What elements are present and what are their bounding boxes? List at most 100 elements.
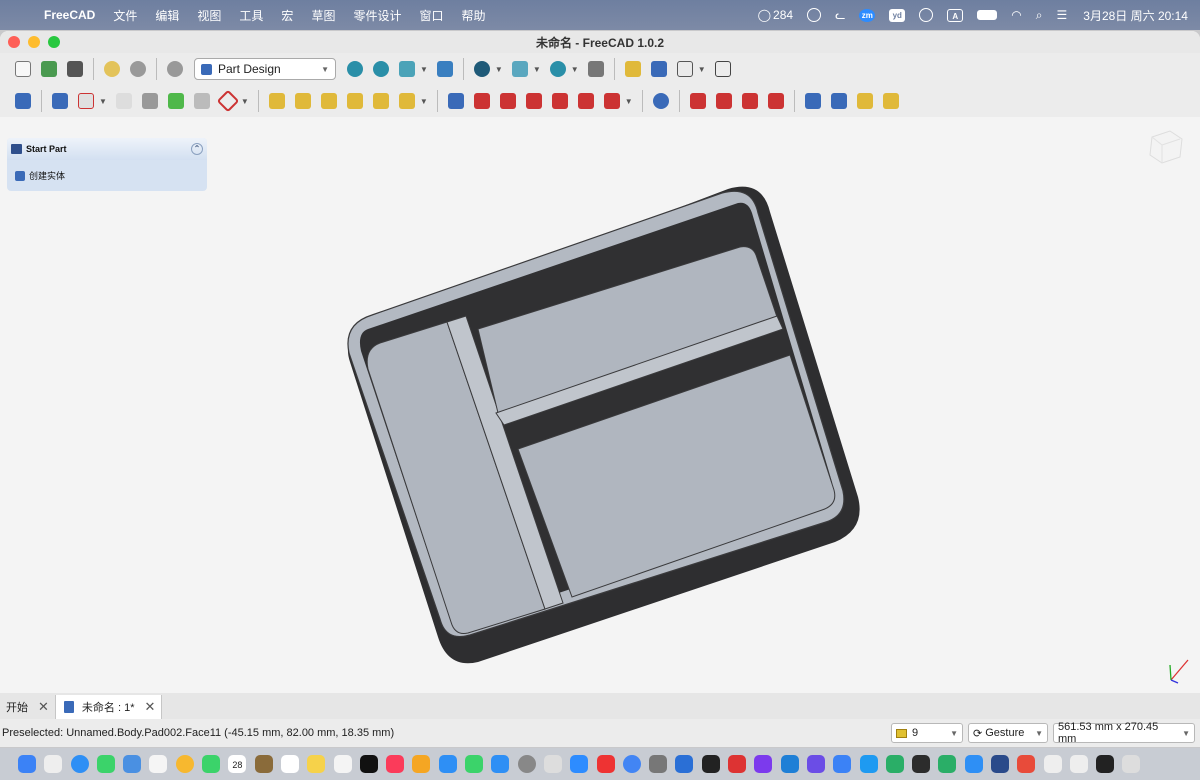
- wechat-icon[interactable]: [938, 755, 957, 773]
- pad-icon[interactable]: [266, 90, 288, 112]
- pocket-icon[interactable]: [445, 90, 467, 112]
- window-thumb-icon[interactable]: [1096, 755, 1115, 773]
- view-isometric-icon[interactable]: [396, 58, 418, 80]
- youdao-icon[interactable]: yd: [889, 8, 906, 22]
- clock-app-icon[interactable]: [675, 755, 694, 773]
- finder-icon[interactable]: [18, 755, 36, 773]
- settings-icon[interactable]: [517, 755, 536, 773]
- facetime-icon[interactable]: [202, 755, 221, 773]
- std-views-icon[interactable]: [509, 58, 531, 80]
- clone-icon[interactable]: [139, 90, 161, 112]
- lark-icon[interactable]: [964, 755, 983, 773]
- 3d-viewport[interactable]: Start Part ⌃ 创建实体: [0, 117, 1200, 693]
- powerpoint-icon[interactable]: [1017, 755, 1036, 773]
- maps-icon[interactable]: [149, 755, 168, 773]
- preview-icon[interactable]: [649, 755, 668, 773]
- clock[interactable]: 3月28日 周六 20:14: [1083, 7, 1188, 24]
- timer-icon[interactable]: [807, 8, 822, 22]
- task-panel-header[interactable]: Start Part ⌃: [7, 138, 207, 160]
- datum-icon[interactable]: [216, 89, 240, 113]
- sub-shape-binder-icon[interactable]: [191, 90, 213, 112]
- qq-icon[interactable]: [833, 755, 852, 773]
- linear-pattern-icon[interactable]: [828, 90, 850, 112]
- navigation-cube-icon[interactable]: [1144, 125, 1188, 169]
- subtractive-helix-icon[interactable]: [575, 90, 597, 112]
- battery-icon[interactable]: [977, 10, 998, 20]
- additive-loft-icon[interactable]: [318, 90, 340, 112]
- office-icon[interactable]: [728, 755, 747, 773]
- cloud-icon[interactable]: [859, 755, 878, 773]
- menu-file[interactable]: 文件: [113, 7, 137, 24]
- chat-status[interactable]: ◯ 284: [758, 8, 793, 22]
- menu-tools[interactable]: 工具: [239, 7, 263, 24]
- messages-icon[interactable]: [96, 755, 115, 773]
- notes-icon[interactable]: [307, 755, 326, 773]
- create-link-icon[interactable]: [674, 58, 696, 80]
- photos-icon[interactable]: [175, 755, 194, 773]
- workbench-selector[interactable]: Part Design ▼: [194, 58, 336, 80]
- cat-app-icon[interactable]: [754, 755, 773, 773]
- groove-icon[interactable]: [497, 90, 519, 112]
- launchpad-icon[interactable]: [44, 755, 63, 773]
- trash-icon[interactable]: [1122, 755, 1141, 773]
- redo-icon[interactable]: [127, 58, 149, 80]
- draw-style-icon[interactable]: [471, 58, 493, 80]
- fillet-icon[interactable]: [687, 90, 709, 112]
- fit-all-icon[interactable]: [344, 58, 366, 80]
- thickness-icon[interactable]: [765, 90, 787, 112]
- navigation-style-selector[interactable]: ⟳ Gesture ▼: [968, 723, 1048, 743]
- pages-icon[interactable]: [412, 755, 431, 773]
- numbers-icon[interactable]: [465, 755, 484, 773]
- menu-view[interactable]: 视图: [197, 7, 221, 24]
- measure-icon[interactable]: [434, 58, 456, 80]
- reminders-icon[interactable]: [280, 755, 299, 773]
- dimension-selector[interactable]: 561.53 mm x 270.45 mm ▼: [1053, 721, 1195, 745]
- tray-model[interactable]: [0, 117, 1200, 693]
- subtractive-loft-icon[interactable]: [523, 90, 545, 112]
- revolution-icon[interactable]: [292, 90, 314, 112]
- control-center-icon[interactable]: ☰: [1057, 8, 1068, 22]
- menu-help[interactable]: 帮助: [461, 7, 485, 24]
- iphone-mirroring-icon[interactable]: [543, 755, 562, 773]
- create-sketch-icon[interactable]: [75, 90, 97, 112]
- additive-pipe-icon[interactable]: [344, 90, 366, 112]
- shape-binder-icon[interactable]: [165, 90, 187, 112]
- create-body-action[interactable]: 创建实体: [7, 160, 207, 191]
- mirrored-icon[interactable]: [802, 90, 824, 112]
- fit-selection-icon[interactable]: [370, 58, 392, 80]
- draw-style-selector[interactable]: 9 ▼: [891, 723, 963, 743]
- safari-icon[interactable]: [70, 755, 89, 773]
- menu-macro[interactable]: 宏: [281, 7, 293, 24]
- menu-window[interactable]: 窗口: [419, 7, 443, 24]
- green-app-icon[interactable]: [885, 755, 904, 773]
- additive-primitive-icon[interactable]: [396, 90, 418, 112]
- freeform-icon[interactable]: [333, 755, 352, 773]
- multi-transform-icon[interactable]: [880, 90, 902, 112]
- window-thumb-icon[interactable]: [1069, 755, 1088, 773]
- body-icon[interactable]: [49, 90, 71, 112]
- create-group-icon[interactable]: [648, 58, 670, 80]
- undo-icon[interactable]: [101, 58, 123, 80]
- keynote-icon[interactable]: [438, 755, 457, 773]
- additive-helix-icon[interactable]: [370, 90, 392, 112]
- macro-icon[interactable]: [712, 58, 734, 80]
- app-store-icon[interactable]: [491, 755, 510, 773]
- polar-pattern-icon[interactable]: [854, 90, 876, 112]
- close-tab-icon[interactable]: ✕: [38, 699, 49, 715]
- new-document-icon[interactable]: [12, 58, 34, 80]
- books-icon[interactable]: [254, 755, 273, 773]
- terminal-icon[interactable]: [701, 755, 720, 773]
- boolean-icon[interactable]: [650, 90, 672, 112]
- freecad-dock-icon[interactable]: [990, 755, 1009, 773]
- play-icon[interactable]: [919, 8, 934, 22]
- menu-part-design[interactable]: 零件设计: [353, 7, 401, 24]
- search-icon[interactable]: ⌕: [1036, 8, 1043, 23]
- open-document-icon[interactable]: [38, 58, 60, 80]
- mail-icon[interactable]: [123, 755, 142, 773]
- chrome-icon[interactable]: [622, 755, 641, 773]
- cat-icon[interactable]: ᓚ: [835, 8, 845, 22]
- menu-edit[interactable]: 编辑: [155, 7, 179, 24]
- section-cut-icon[interactable]: [585, 58, 607, 80]
- menu-sketch[interactable]: 草图: [311, 7, 335, 24]
- zoom-icon[interactable]: zm: [859, 8, 876, 22]
